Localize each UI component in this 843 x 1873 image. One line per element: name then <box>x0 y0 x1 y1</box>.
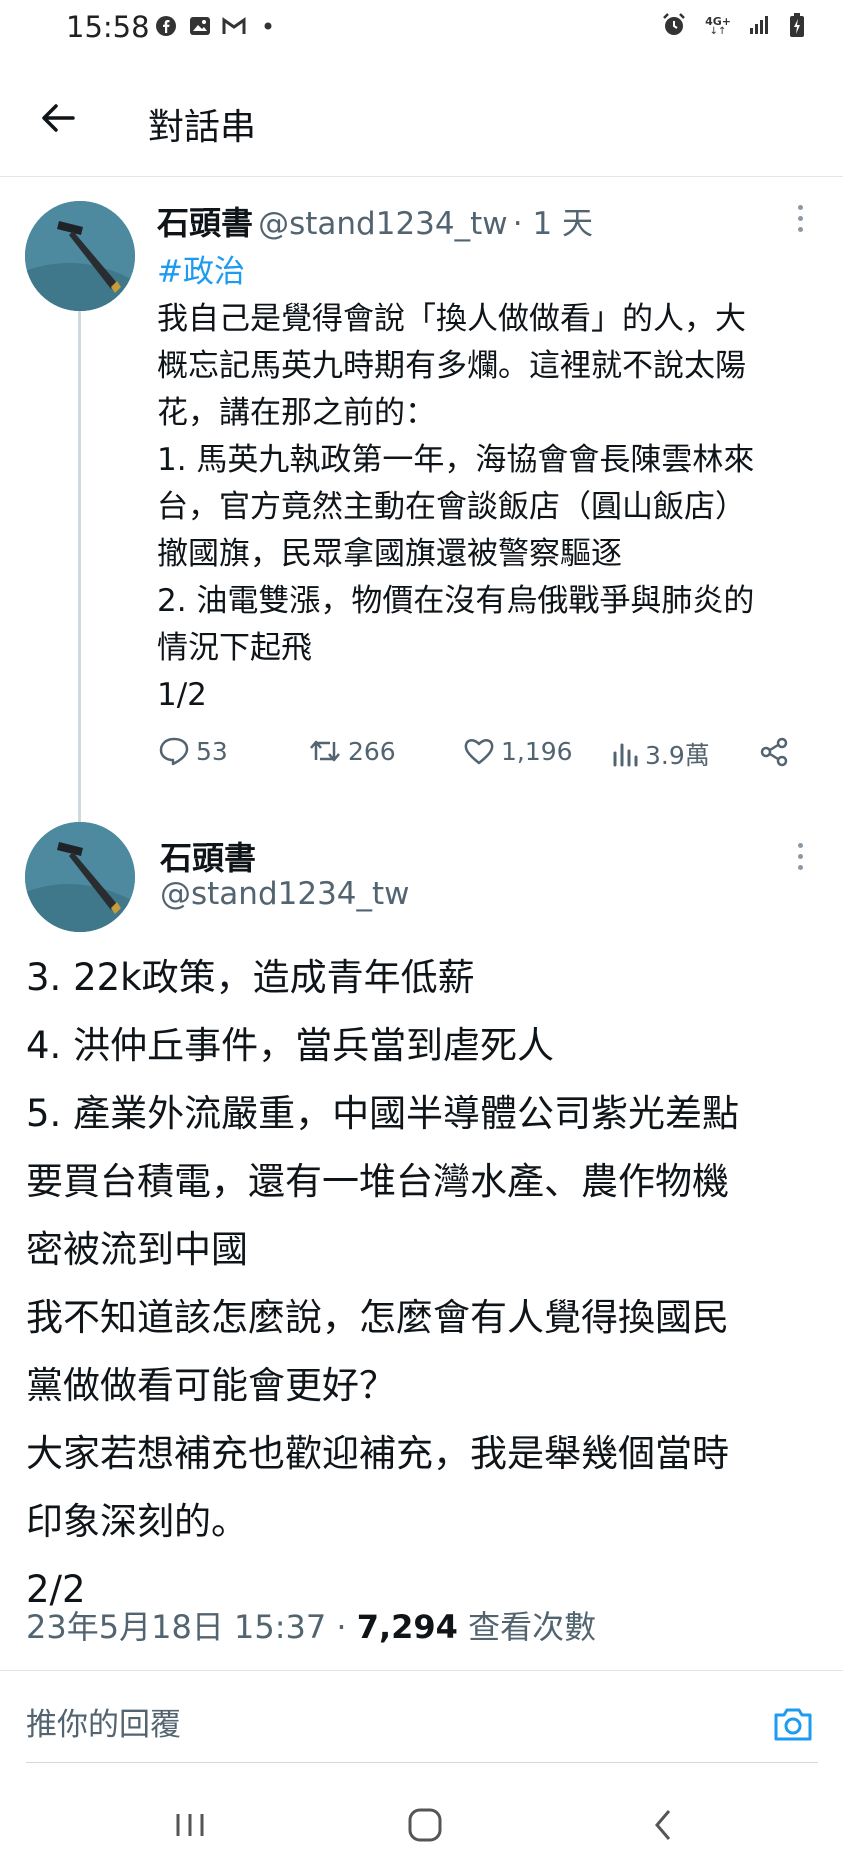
author-handle[interactable]: @stand1234_tw <box>160 876 410 912</box>
share-button[interactable] <box>758 736 790 768</box>
analytics-icon <box>613 743 638 767</box>
tweet2-text: 3. 22k政策，造成青年低薪 4. 洪仲丘事件，當兵當到虐死人 5. 產業外流… <box>26 944 826 1624</box>
retweet-icon <box>310 740 340 762</box>
gallery-icon <box>188 14 212 38</box>
status-notification-icons <box>154 14 280 38</box>
gmail-icon <box>222 14 246 38</box>
recent-apps-icon <box>176 1814 204 1836</box>
reply-button[interactable]: 53 <box>158 736 228 766</box>
tweet-text-line: 撤國旗，民眾拿國旗還被警察驅逐 <box>157 536 622 572</box>
page-title: 對話串 <box>148 107 257 148</box>
share-icon <box>760 737 788 767</box>
tweet-text-line: 大家若想補充也歡迎補充，我是舉幾個當時 <box>26 1432 729 1475</box>
tweet-text-line: 台，官方竟然主動在會談飯店（圓山飯店） <box>157 489 746 525</box>
more-options-icon[interactable] <box>785 836 815 876</box>
meta-divider <box>0 1670 843 1671</box>
network-indicator: 4G+ ↓↑ <box>705 15 731 37</box>
tweet-text-line: 情況下起飛 <box>157 630 312 666</box>
retweet-count: 266 <box>348 736 396 766</box>
status-system-icons: 4G+ ↓↑ <box>661 12 805 42</box>
tweet-text-line: 1. 馬英九執政第一年，海協會會長陳雲林來 <box>157 442 755 478</box>
tweet-text-line: 密被流到中國 <box>26 1228 248 1271</box>
back-button[interactable] <box>36 96 80 140</box>
back-arrow-icon <box>42 104 75 132</box>
reply-count: 53 <box>196 736 228 766</box>
tweet-action-bar: 53 266 1,196 3.9萬 <box>158 736 818 776</box>
tweet-text-line: 花，講在那之前的： <box>157 395 436 431</box>
author-handle[interactable]: @stand1234_tw <box>258 206 508 242</box>
system-back-button[interactable] <box>633 1800 693 1850</box>
reply-input[interactable] <box>26 1700 746 1750</box>
tweet-text-line: 4. 洪仲丘事件，當兵當到虐死人 <box>26 1024 555 1067</box>
tweet-text-line: 5. 產業外流嚴重，中國半導體公司紫光差點 <box>26 1092 740 1135</box>
battery-icon <box>789 12 805 42</box>
author-name[interactable]: 石頭書 <box>160 833 256 879</box>
tweet-text-line: 3. 22k政策，造成青年低薪 <box>26 956 475 999</box>
like-button[interactable]: 1,196 <box>463 736 573 766</box>
camera-button[interactable] <box>770 1703 816 1745</box>
header-divider <box>0 176 843 177</box>
home-icon <box>408 1808 442 1842</box>
home-button[interactable] <box>395 1800 455 1850</box>
retweet-button[interactable]: 266 <box>308 736 396 766</box>
avatar[interactable] <box>25 201 135 311</box>
view-count: 7,294 <box>356 1608 458 1646</box>
signal-icon <box>749 14 771 40</box>
tweet-text-line: 1/2 <box>157 677 207 713</box>
tweet-text-line: 2. 油電雙漲，物價在沒有烏俄戰爭與肺炎的 <box>157 583 755 619</box>
reply-icon <box>159 737 189 766</box>
view-label[interactable]: 查看次數 <box>468 1608 596 1646</box>
chevron-left-icon <box>655 1810 671 1840</box>
tweet-timestamp[interactable]: 23年5月18日 15:37 <box>26 1608 326 1646</box>
tweet-text-line: 我不知道該怎麼說，怎麼會有人覺得換國民 <box>26 1296 729 1339</box>
camera-icon <box>774 1708 812 1741</box>
reply-underline <box>26 1762 818 1763</box>
facebook-icon <box>154 14 178 38</box>
tweet1-header: 石頭書 @stand1234_tw · 1 天 <box>157 198 593 244</box>
recent-apps-button[interactable] <box>160 1800 220 1850</box>
avatar[interactable] <box>25 822 135 932</box>
tweet-text-line: 我自己是覺得會說「換人做做看」的人，大 <box>157 301 746 337</box>
more-notifications-dot-icon <box>256 14 280 38</box>
hashtag-link[interactable]: #政治 <box>157 246 245 291</box>
heart-icon <box>464 739 494 765</box>
thread-connector-line <box>78 282 81 822</box>
tweet1-text: 我自己是覺得會說「換人做做看」的人，大 概忘記馬英九時期有多爛。這裡就不說太陽 … <box>157 296 827 719</box>
status-time: 15:58 <box>66 10 150 44</box>
tweet-text-line: 概忘記馬英九時期有多爛。這裡就不說太陽 <box>157 348 746 384</box>
views-button[interactable]: 3.9萬 <box>611 736 710 772</box>
tweet-text-line: 印象深刻的。 <box>26 1500 248 1543</box>
tweet-text-line: 黨做做看可能會更好？ <box>26 1364 396 1407</box>
author-name[interactable]: 石頭書 <box>157 204 253 242</box>
view-count: 3.9萬 <box>645 741 710 770</box>
alarm-icon <box>661 12 687 42</box>
tweet-time[interactable]: · 1 天 <box>513 206 593 242</box>
more-options-icon[interactable] <box>785 198 815 238</box>
like-count: 1,196 <box>501 736 573 766</box>
tweet-meta: 23年5月18日 15:37 · 7,294 查看次數 <box>26 1608 597 1646</box>
tweet-text-line: 要買台積電，還有一堆台灣水產、農作物機 <box>26 1160 729 1203</box>
